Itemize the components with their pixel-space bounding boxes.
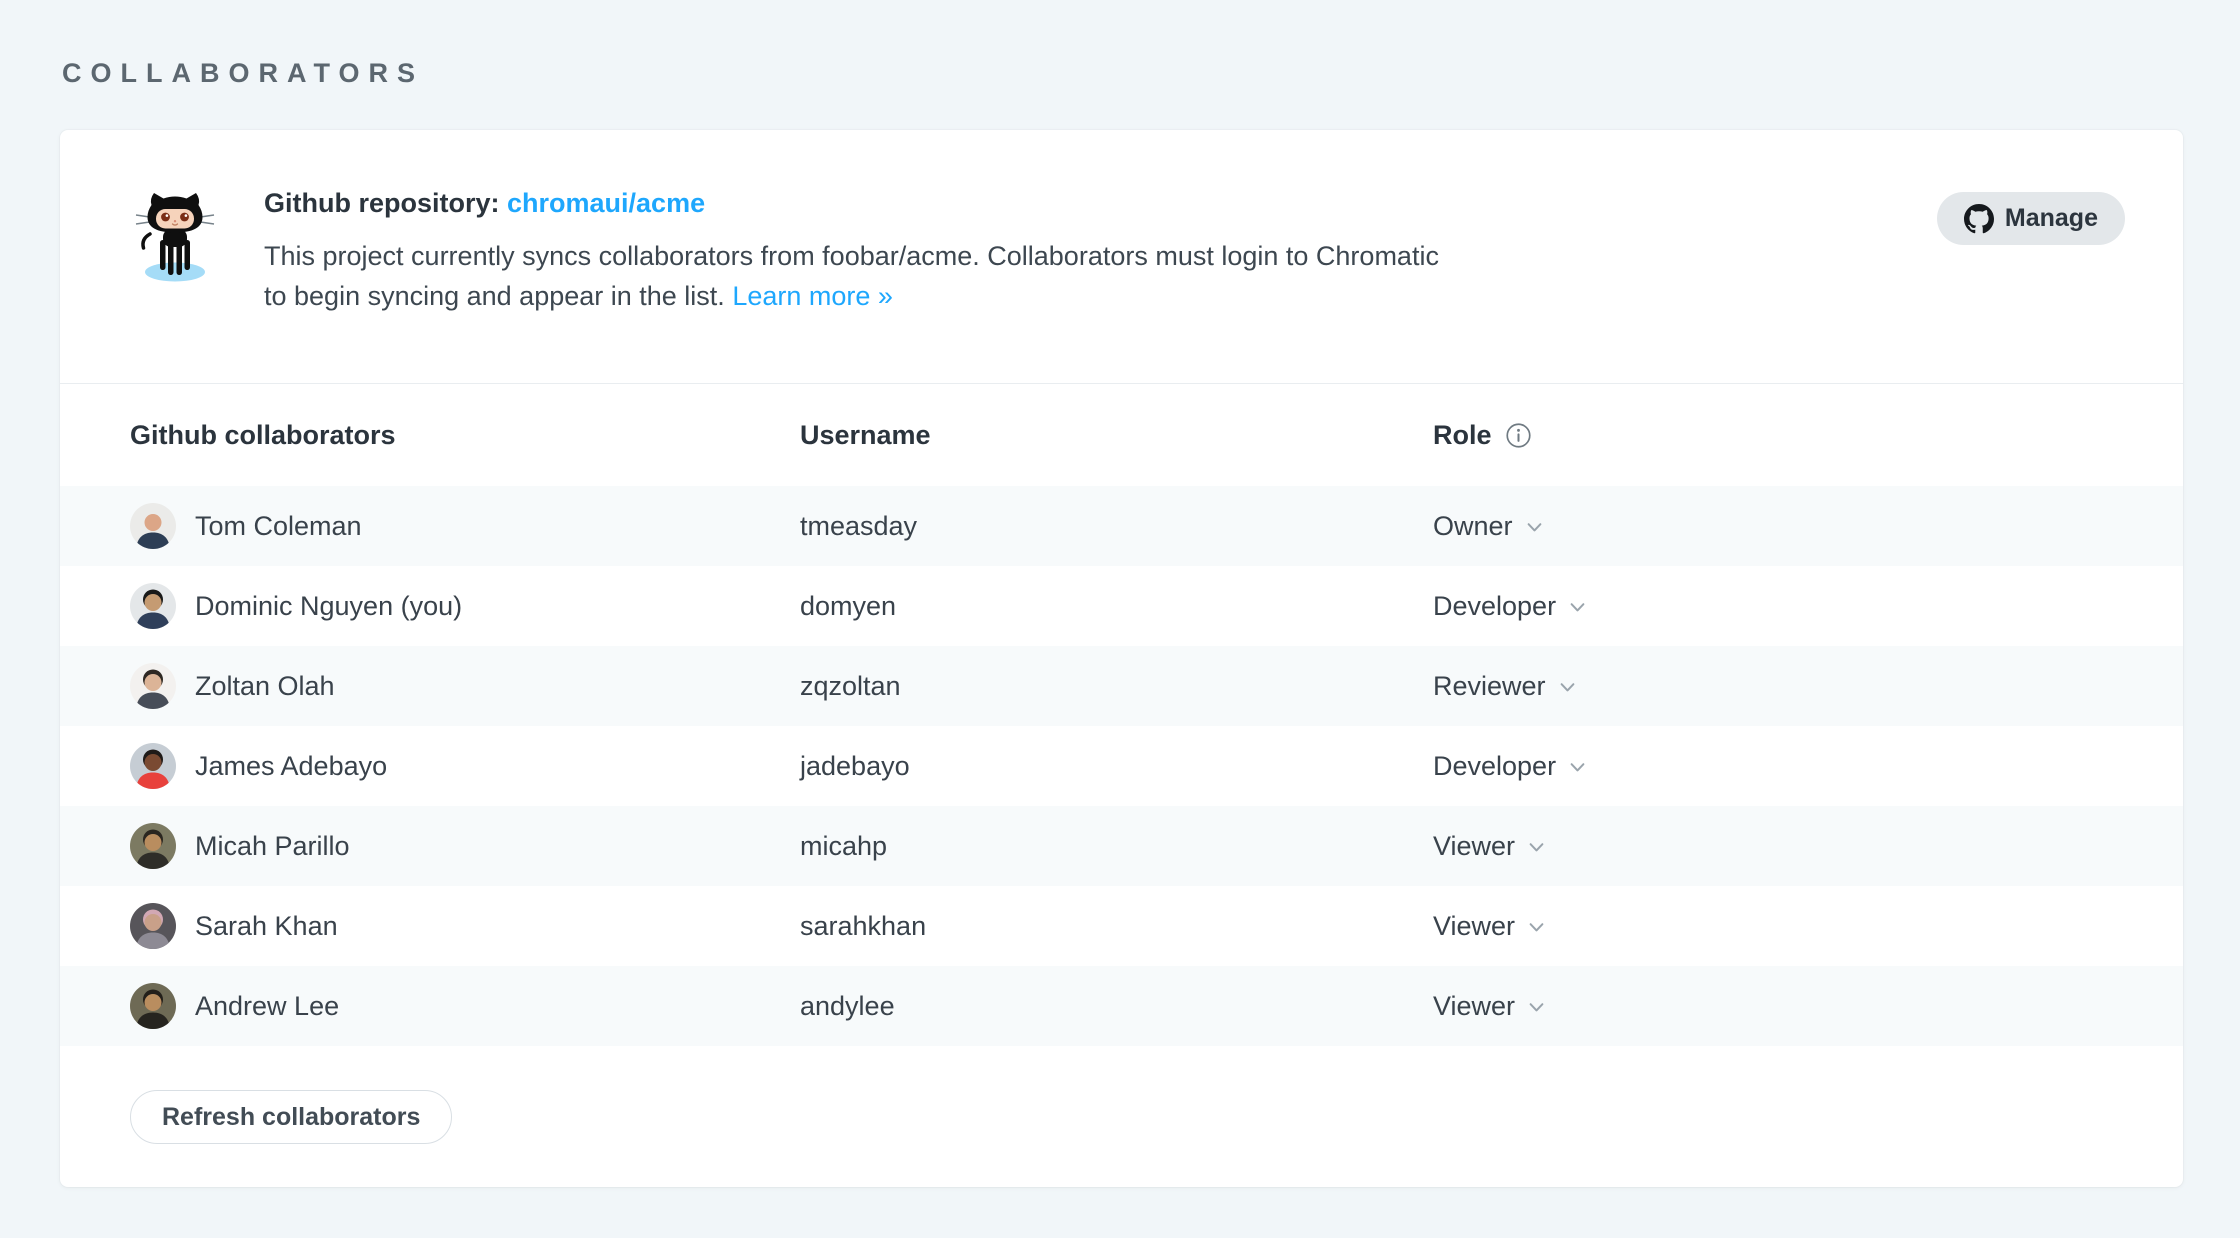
collaborator-name: Andrew Lee [195, 990, 340, 1021]
header-collaborators: Github collaborators [130, 419, 396, 450]
table-row: Zoltan Olah zqzoltan Reviewer [60, 646, 2183, 726]
collaborator-username: micahp [800, 830, 888, 861]
chevron-down-icon [1567, 594, 1588, 618]
chevron-down-icon [1567, 754, 1588, 778]
github-octocat-illustration [130, 186, 220, 284]
role-value: Viewer [1433, 990, 1516, 1021]
role-select[interactable]: Viewer [1433, 911, 1547, 942]
card-footer: Refresh collaborators [60, 1046, 2183, 1144]
collaborator-name: Sarah Khan [195, 910, 338, 941]
chevron-down-icon [1526, 994, 1547, 1018]
role-value: Developer [1433, 750, 1557, 781]
chevron-down-icon [1557, 674, 1578, 698]
collaborator-name: Micah Parillo [195, 830, 350, 861]
table-row: Micah Parillo micahp Viewer [60, 806, 2183, 886]
collaborator-username: tmeasday [800, 510, 918, 541]
role-select[interactable]: Viewer [1433, 831, 1547, 862]
chevron-down-icon [1524, 514, 1545, 538]
collaborator-username: andylee [800, 990, 895, 1021]
role-select[interactable]: Developer [1433, 751, 1588, 782]
github-sync-panel: Github repository: chromaui/acme This pr… [60, 130, 2183, 384]
avatar [130, 983, 176, 1029]
manage-button[interactable]: Manage [1936, 192, 2125, 245]
manage-button-label: Manage [2004, 204, 2098, 232]
collaborator-name: James Adebayo [195, 750, 388, 781]
table-row: Tom Coleman tmeasday Owner [60, 486, 2183, 566]
collaborator-name: Dominic Nguyen (you) [195, 590, 463, 621]
role-value: Viewer [1433, 830, 1516, 861]
chevron-down-icon [1526, 834, 1547, 858]
role-value: Developer [1433, 590, 1557, 621]
header-role: Role [1433, 419, 1492, 450]
role-value: Owner [1433, 510, 1513, 541]
collaborator-username: domyen [800, 590, 897, 621]
repo-title-label: Github repository: [264, 188, 500, 218]
avatar [130, 823, 176, 869]
role-value: Reviewer [1433, 670, 1546, 701]
info-icon[interactable] [1505, 422, 1532, 449]
avatar [130, 903, 176, 949]
avatar [130, 743, 176, 789]
github-panel-text: Github repository: chromaui/acme This pr… [264, 184, 1444, 316]
role-select[interactable]: Viewer [1433, 991, 1547, 1022]
role-select[interactable]: Developer [1433, 591, 1588, 622]
page-title: COLLABORATORS [62, 58, 424, 88]
collaborator-name: Zoltan Olah [195, 670, 335, 701]
avatar [130, 583, 176, 629]
table-header: Github collaborators Username Role [60, 384, 2183, 486]
collaborator-username: jadebayo [800, 750, 910, 781]
learn-more-link[interactable]: Learn more » [732, 281, 893, 311]
repo-link[interactable]: chromaui/acme [507, 188, 705, 218]
github-mark-icon [1963, 203, 1994, 234]
collaborator-username: sarahkhan [800, 910, 927, 941]
repo-title-line: Github repository: chromaui/acme [264, 188, 1444, 219]
table-row: James Adebayo jadebayo Developer [60, 726, 2183, 806]
chevron-down-icon [1526, 914, 1547, 938]
avatar [130, 503, 176, 549]
collaborator-username: zqzoltan [800, 670, 901, 701]
role-value: Viewer [1433, 910, 1516, 941]
table-row: Andrew Lee andylee Viewer [60, 966, 2183, 1046]
refresh-collaborators-button[interactable]: Refresh collaborators [130, 1090, 453, 1144]
header-username: Username [800, 419, 931, 450]
sync-description: This project currently syncs collaborato… [264, 236, 1444, 316]
avatar [130, 663, 176, 709]
role-select[interactable]: Owner [1433, 511, 1545, 542]
collaborator-name: Tom Coleman [195, 510, 362, 541]
table-row: Dominic Nguyen (you) domyen Developer [60, 566, 2183, 646]
role-select[interactable]: Reviewer [1433, 671, 1578, 702]
collaborators-card: Github repository: chromaui/acme This pr… [60, 130, 2183, 1187]
table-row: Sarah Khan sarahkhan Viewer [60, 886, 2183, 966]
